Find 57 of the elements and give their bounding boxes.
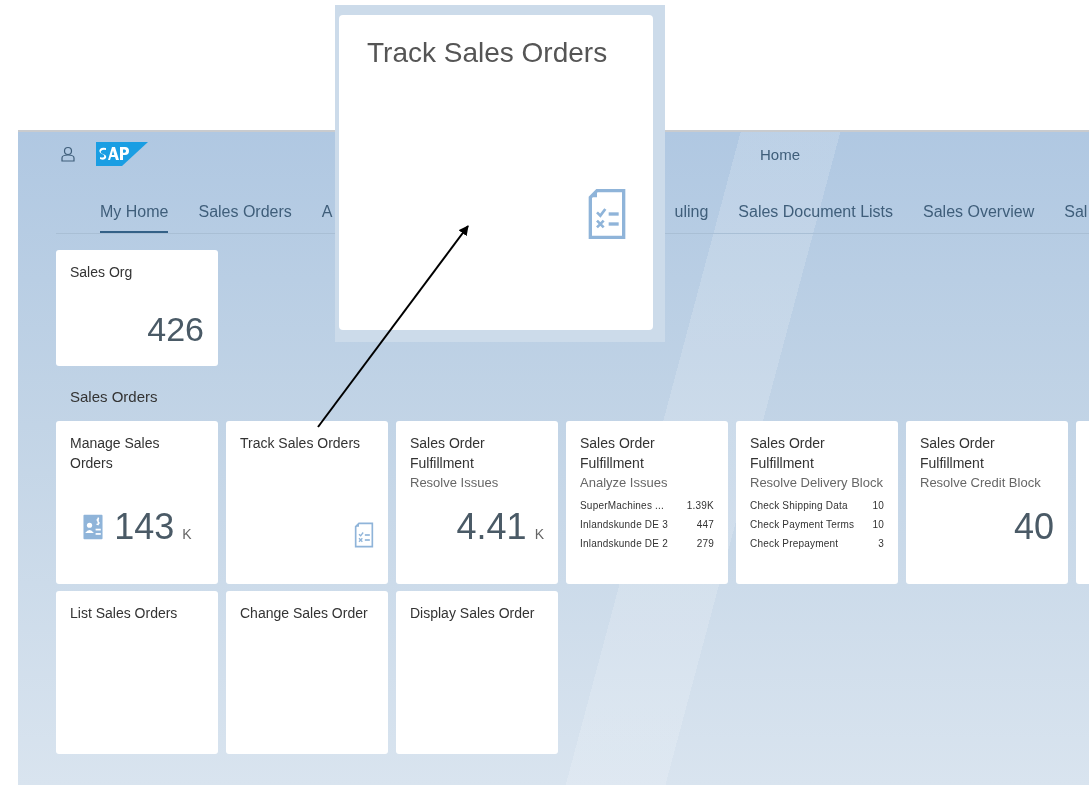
list-item-value: 3 (878, 537, 884, 551)
checklist-icon (587, 189, 627, 239)
user-icon[interactable] (61, 146, 75, 162)
tile-title: Manage Sales Orders (70, 434, 161, 473)
app-tile[interactable]: Sales Order Fulfillment Resolve Issues 4.41 K (396, 421, 558, 584)
kpi-value: 40 (1013, 508, 1054, 546)
app-tile[interactable]: Manage Sales Orders 143 K (56, 421, 218, 584)
list-item-label: Inlandskunde DE 3 (580, 518, 668, 532)
tile-subtitle: Resolve Issues (410, 474, 500, 492)
nav-tab[interactable]: Sal (1064, 203, 1088, 233)
tile-subtitle: Resolve Delivery Block (750, 474, 884, 492)
checklist-icon (354, 522, 374, 548)
tile-title: Sales Order Fulfillment (920, 434, 996, 473)
app-tile[interactable]: Display Sales Order (396, 591, 558, 754)
nav-tab[interactable]: Sales Document Lists (738, 203, 894, 233)
kpi-unit: K (182, 526, 192, 542)
kpi-unit: K (534, 526, 544, 542)
app-tile[interactable]: Sales Org 426 (56, 250, 218, 366)
tile-title: Sales Order Fulfillment (580, 434, 656, 473)
tile-title: Sales Order Fulfillment (410, 434, 486, 473)
tile-title: Change Sales Order (240, 604, 369, 623)
app-tile[interactable]: Change Sales Order (226, 591, 388, 754)
page-title: Home (760, 145, 800, 163)
tile-title: Sales Org (70, 263, 134, 282)
logo-icon (96, 142, 148, 166)
list-item-label: Inlandskunde DE 2 (580, 537, 668, 551)
nav-tab[interactable]: Sales Overview (923, 203, 1035, 233)
tile-title: List Sales Orders (70, 604, 179, 623)
group-title: Sales Orders (70, 388, 159, 405)
tile-title: Track Sales Orders (367, 37, 609, 69)
app-tile[interactable]: List Sales Orders (56, 591, 218, 754)
list-item-label: SuperMachines ... (580, 499, 664, 513)
tile-title: Display Sales Order (410, 604, 536, 623)
app-tile[interactable]: Track Sales Orders (226, 421, 388, 584)
kpi-value: 426 (147, 310, 204, 348)
list-item-value: 1.39K (686, 499, 714, 513)
nav-tab[interactable]: Sales Orders (198, 203, 292, 233)
list-item-value: 447 (696, 518, 714, 532)
tile-title: Track Sales Orders (240, 434, 362, 453)
app-tile[interactable]: Sales Order Fulfillment Resolve Credit Block 40 (906, 421, 1068, 584)
nav-tab[interactable]: A (321, 203, 333, 233)
list-item-label: Check Payment Terms (750, 518, 855, 532)
tile-subtitle: Analyze Issues (580, 474, 669, 492)
list-item-value: 10 (872, 499, 884, 513)
kpi-value: 4.41 (456, 508, 527, 546)
list-item-value: 279 (696, 537, 714, 551)
app-tile[interactable]: Sales Order Fulfillment Analyze Issues SuperMachines ... 1.39K Inlandskunde DE 3 447 Inlandskunde DE 2 279 (566, 421, 728, 584)
nav-tab[interactable]: My Home (100, 203, 169, 233)
contact-card-icon (82, 514, 105, 540)
app-tile[interactable]: Sales Order Fulfillment Resolve Delivery Block Check Shipping Data 10 Check Payment Terms 10 Check Prepayment 3 (736, 421, 898, 584)
kpi-value: 143 (114, 508, 175, 546)
nav-tab[interactable]: uling (674, 203, 709, 233)
list-item-value: 10 (872, 518, 884, 532)
tile-subtitle: Resolve Credit Block (920, 474, 1042, 492)
list-item-label: Check Prepayment (750, 537, 839, 551)
tile-title: Sales Order Fulfillment (750, 434, 826, 473)
list-item-label: Check Shipping Data (750, 499, 848, 513)
